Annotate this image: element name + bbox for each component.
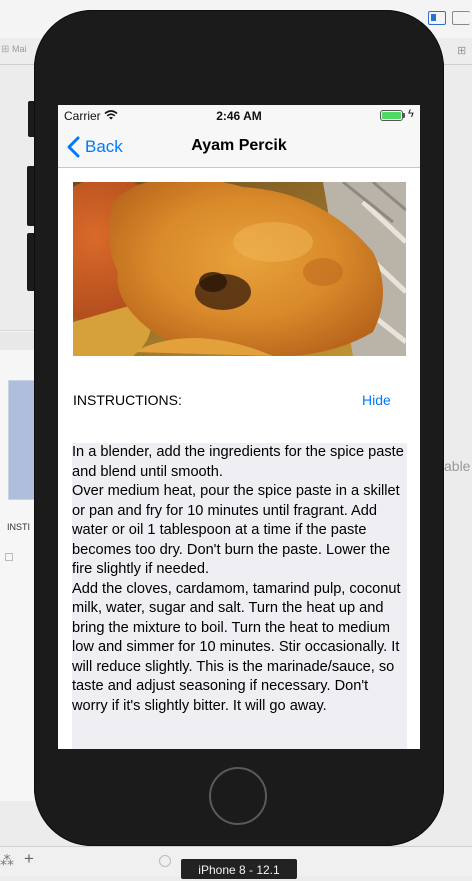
app-screen: Carrier 2:46 AM ϟ Back Ayam Percik INSTR… [58, 105, 420, 749]
battery-fill [382, 112, 401, 119]
status-bar: Carrier 2:46 AM ϟ [58, 105, 420, 127]
dish-photo [73, 182, 406, 356]
xcode-partial-label: able [444, 458, 471, 474]
layout-toggle-icon[interactable] [428, 11, 446, 25]
zoom-icon[interactable]: ⁂ [0, 852, 14, 869]
xcode-side-label: INSTI [7, 522, 31, 532]
battery-icon [380, 110, 403, 121]
add-icon[interactable]: + [24, 849, 34, 869]
more-icon[interactable]: ⊞ [457, 44, 466, 57]
target-icon[interactable] [159, 855, 171, 867]
xcode-checkbox[interactable] [5, 553, 13, 561]
instructions-text-view[interactable]: In a blender, add the ingredients for th… [72, 443, 407, 749]
home-button-icon[interactable] [209, 767, 267, 825]
instructions-heading: INSTRUCTIONS: [73, 392, 182, 408]
inspector-toggle-icon[interactable] [452, 11, 470, 25]
navigation-bar: Back Ayam Percik [58, 127, 420, 168]
battery-tip [403, 113, 405, 118]
hide-button[interactable]: Hide [362, 392, 391, 408]
charging-bolt-icon: ϟ [408, 108, 414, 120]
xcode-tab-main[interactable]: Mai [12, 44, 27, 54]
instructions-body: In a blender, add the ingredients for th… [72, 444, 404, 714]
status-time: 2:46 AM [216, 109, 262, 123]
page-title: Ayam Percik [191, 137, 287, 154]
device-selector[interactable]: iPhone 8 - 12.1 [181, 859, 297, 879]
grid-icon[interactable]: ⊞ [1, 44, 9, 55]
